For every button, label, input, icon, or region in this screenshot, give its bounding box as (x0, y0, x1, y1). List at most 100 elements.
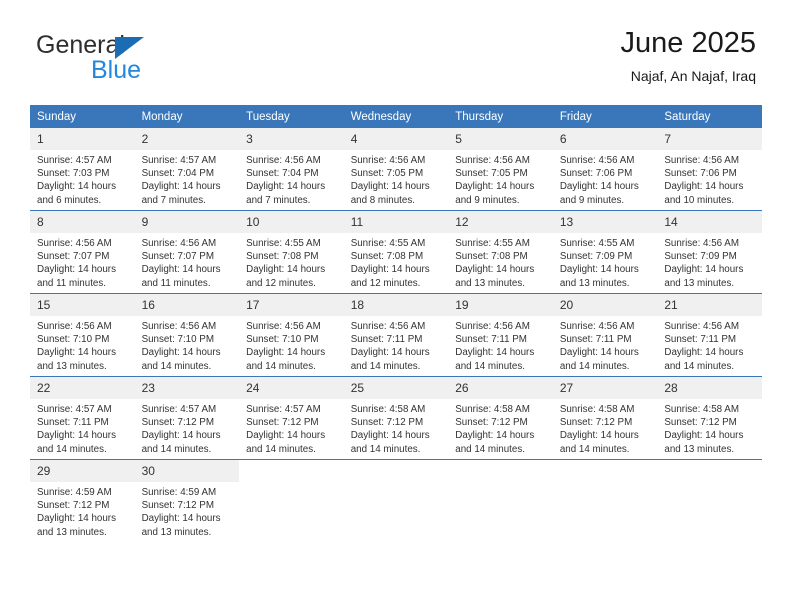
day-number: 25 (343, 377, 449, 399)
sunrise-time: Sunrise: 4:56 AM (246, 321, 321, 332)
weekday-header-monday: Monday (134, 105, 240, 128)
daylight-duration-line1: Daylight: 14 hours (37, 513, 116, 525)
calendar-day-cell[interactable]: 15 Sunrise: 4:56 AM Sunset: 7:10 PM Dayligh… (30, 293, 135, 377)
calendar-day-cell[interactable]: 6 Sunrise: 4:56 AM Sunset: 7:06 PM Daylight… (552, 128, 658, 211)
sunset-time: Sunset: 7:08 PM (246, 251, 319, 263)
calendar-day-cell[interactable]: 7 Sunrise: 4:56 AM Sunset: 7:06 PM Daylight… (657, 128, 762, 211)
day-number: 2 (134, 128, 240, 150)
calendar-day-cell[interactable]: 8 Sunrise: 4:56 AM Sunset: 7:07 PM Daylight… (30, 210, 135, 294)
daylight-duration-line1: Daylight: 14 hours (664, 181, 744, 193)
daylight-duration-line1: Daylight: 14 hours (559, 264, 639, 276)
calendar-day-cell[interactable]: 25 Sunrise: 4:58 AM Sunset: 7:12 PM Dayligh… (343, 376, 449, 460)
daylight-duration-line1: Daylight: 14 hours (37, 430, 116, 442)
calendar-day-cell[interactable]: 28 Sunrise: 4:58 AM Sunset: 7:12 PM Dayligh… (657, 376, 762, 460)
day-number: 17 (239, 294, 344, 316)
sunrise-time: Sunrise: 4:57 AM (141, 155, 217, 166)
sunset-time: Sunset: 7:12 PM (37, 500, 110, 512)
day-number: 18 (343, 294, 449, 316)
sunrise-time: Sunrise: 4:59 AM (141, 487, 217, 498)
daylight-duration-line1: Daylight: 14 hours (455, 264, 535, 276)
daylight-duration-line2: and 11 minutes. (141, 277, 211, 289)
daylight-duration-line2: and 13 minutes. (664, 277, 735, 289)
daylight-duration-line2: and 7 minutes. (141, 194, 206, 206)
sunrise-time: Sunrise: 4:59 AM (37, 487, 112, 498)
daylight-duration-line2: and 6 minutes. (37, 194, 102, 206)
sunset-time: Sunset: 7:10 PM (37, 334, 110, 346)
calendar-day-cell[interactable]: 4 Sunrise: 4:56 AM Sunset: 7:05 PM Daylight… (343, 128, 449, 211)
sunset-time: Sunset: 7:06 PM (559, 168, 633, 180)
calendar-day-cell[interactable]: 12 Sunrise: 4:55 AM Sunset: 7:08 PM Dayligh… (448, 210, 553, 294)
calendar-day-cell[interactable]: 18 Sunrise: 4:56 AM Sunset: 7:11 PM Dayligh… (343, 293, 449, 377)
calendar-day-cell[interactable]: 11 Sunrise: 4:55 AM Sunset: 7:08 PM Dayligh… (343, 210, 449, 294)
daylight-duration-line1: Daylight: 14 hours (350, 430, 430, 442)
calendar-week-row: 22 Sunrise: 4:57 AM Sunset: 7:11 PM Dayligh… (30, 376, 762, 460)
calendar-day-cell[interactable]: 3 Sunrise: 4:56 AM Sunset: 7:04 PM Daylight… (239, 128, 344, 211)
day-number: 26 (448, 377, 553, 399)
general-blue-logo[interactable]: General Blue (36, 32, 266, 88)
daylight-duration-line1: Daylight: 14 hours (664, 347, 744, 359)
day-details: Sunrise: 4:57 AM Sunset: 7:12 PM Daylight:… (135, 399, 240, 456)
day-number: 20 (552, 294, 658, 316)
day-details: Sunrise: 4:55 AM Sunset: 7:08 PM Daylight:… (239, 233, 344, 290)
calendar-day-cell[interactable]: 5 Sunrise: 4:56 AM Sunset: 7:05 PM Daylight… (448, 128, 553, 211)
calendar-day-cell[interactable]: 20 Sunrise: 4:56 AM Sunset: 7:11 PM Dayligh… (552, 293, 658, 377)
day-number: 22 (30, 377, 135, 399)
daylight-duration-line1: Daylight: 14 hours (37, 181, 116, 193)
daylight-duration-line1: Daylight: 14 hours (246, 430, 326, 442)
calendar-week-row: 15 Sunrise: 4:56 AM Sunset: 7:10 PM Dayligh… (30, 293, 762, 377)
sunset-time: Sunset: 7:05 PM (455, 168, 528, 180)
calendar-day-cell[interactable]: 29 Sunrise: 4:59 AM Sunset: 7:12 PM Dayligh… (30, 459, 135, 542)
weekday-header-sunday: Sunday (30, 105, 135, 128)
sunrise-time: Sunrise: 4:57 AM (37, 404, 112, 415)
day-details: Sunrise: 4:56 AM Sunset: 7:06 PM Daylight:… (553, 150, 658, 207)
calendar-day-cell[interactable]: 2 Sunrise: 4:57 AM Sunset: 7:04 PM Daylight… (134, 128, 240, 211)
daylight-duration-line1: Daylight: 14 hours (141, 513, 221, 525)
sunset-time: Sunset: 7:07 PM (37, 251, 110, 263)
calendar-day-cell[interactable]: 27 Sunrise: 4:58 AM Sunset: 7:12 PM Dayligh… (552, 376, 658, 460)
calendar-day-cell[interactable]: 17 Sunrise: 4:56 AM Sunset: 7:10 PM Dayligh… (239, 293, 344, 377)
sunset-time: Sunset: 7:12 PM (455, 417, 528, 429)
calendar-day-cell[interactable]: 13 Sunrise: 4:55 AM Sunset: 7:09 PM Dayligh… (552, 210, 658, 294)
day-number: 1 (30, 128, 135, 150)
day-number: 29 (30, 460, 135, 482)
day-details: Sunrise: 4:57 AM Sunset: 7:11 PM Daylight:… (30, 399, 135, 456)
sunrise-time: Sunrise: 4:56 AM (664, 238, 739, 249)
daylight-duration-line2: and 14 minutes. (559, 360, 630, 372)
sunrise-time: Sunrise: 4:58 AM (664, 404, 739, 415)
day-details: Sunrise: 4:56 AM Sunset: 7:11 PM Daylight:… (448, 316, 553, 373)
day-number: 10 (239, 211, 344, 233)
sunrise-time: Sunrise: 4:56 AM (664, 321, 739, 332)
sunrise-time: Sunrise: 4:56 AM (559, 155, 635, 166)
calendar-day-cell[interactable]: 9 Sunrise: 4:56 AM Sunset: 7:07 PM Daylight… (134, 210, 240, 294)
calendar-day-cell[interactable]: 26 Sunrise: 4:58 AM Sunset: 7:12 PM Dayligh… (448, 376, 553, 460)
calendar-day-cell[interactable]: 14 Sunrise: 4:56 AM Sunset: 7:09 PM Dayligh… (657, 210, 762, 294)
calendar-body: 1 Sunrise: 4:57 AM Sunset: 7:03 PM Daylight… (30, 128, 762, 542)
sunrise-time: Sunrise: 4:56 AM (455, 321, 530, 332)
day-number: 5 (448, 128, 553, 150)
calendar-day-cell[interactable]: 23 Sunrise: 4:57 AM Sunset: 7:12 PM Dayligh… (134, 376, 240, 460)
calendar-day-cell[interactable]: 1 Sunrise: 4:57 AM Sunset: 7:03 PM Daylight… (30, 128, 135, 211)
calendar-day-cell[interactable]: 10 Sunrise: 4:55 AM Sunset: 7:08 PM Dayligh… (239, 210, 344, 294)
day-number: 21 (657, 294, 762, 316)
sunrise-time: Sunrise: 4:55 AM (246, 238, 321, 249)
day-details: Sunrise: 4:56 AM Sunset: 7:06 PM Daylight:… (657, 150, 762, 207)
daylight-duration-line2: and 14 minutes. (559, 443, 630, 455)
day-number (552, 460, 658, 468)
calendar-day-cell[interactable]: 19 Sunrise: 4:56 AM Sunset: 7:11 PM Dayligh… (448, 293, 553, 377)
sunset-time: Sunset: 7:08 PM (455, 251, 528, 263)
day-number: 30 (134, 460, 240, 482)
sunrise-time: Sunrise: 4:58 AM (350, 404, 426, 415)
page-header: General Blue June 2025 Najaf, An Najaf, … (0, 0, 792, 100)
sunset-time: Sunset: 7:11 PM (37, 417, 109, 429)
calendar-day-cell[interactable]: 30 Sunrise: 4:59 AM Sunset: 7:12 PM Dayligh… (134, 459, 240, 542)
day-details: Sunrise: 4:56 AM Sunset: 7:04 PM Daylight:… (239, 150, 344, 207)
sunrise-time: Sunrise: 4:56 AM (37, 238, 112, 249)
daylight-duration-line2: and 14 minutes. (141, 443, 212, 455)
calendar-day-cell[interactable]: 22 Sunrise: 4:57 AM Sunset: 7:11 PM Dayligh… (30, 376, 135, 460)
calendar-day-cell[interactable]: 21 Sunrise: 4:56 AM Sunset: 7:11 PM Dayligh… (657, 293, 762, 377)
day-number: 8 (30, 211, 135, 233)
calendar-day-cell[interactable]: 24 Sunrise: 4:57 AM Sunset: 7:12 PM Dayligh… (239, 376, 344, 460)
sunrise-time: Sunrise: 4:56 AM (37, 321, 112, 332)
day-number: 12 (448, 211, 553, 233)
calendar-day-cell[interactable]: 16 Sunrise: 4:56 AM Sunset: 7:10 PM Dayligh… (134, 293, 240, 377)
